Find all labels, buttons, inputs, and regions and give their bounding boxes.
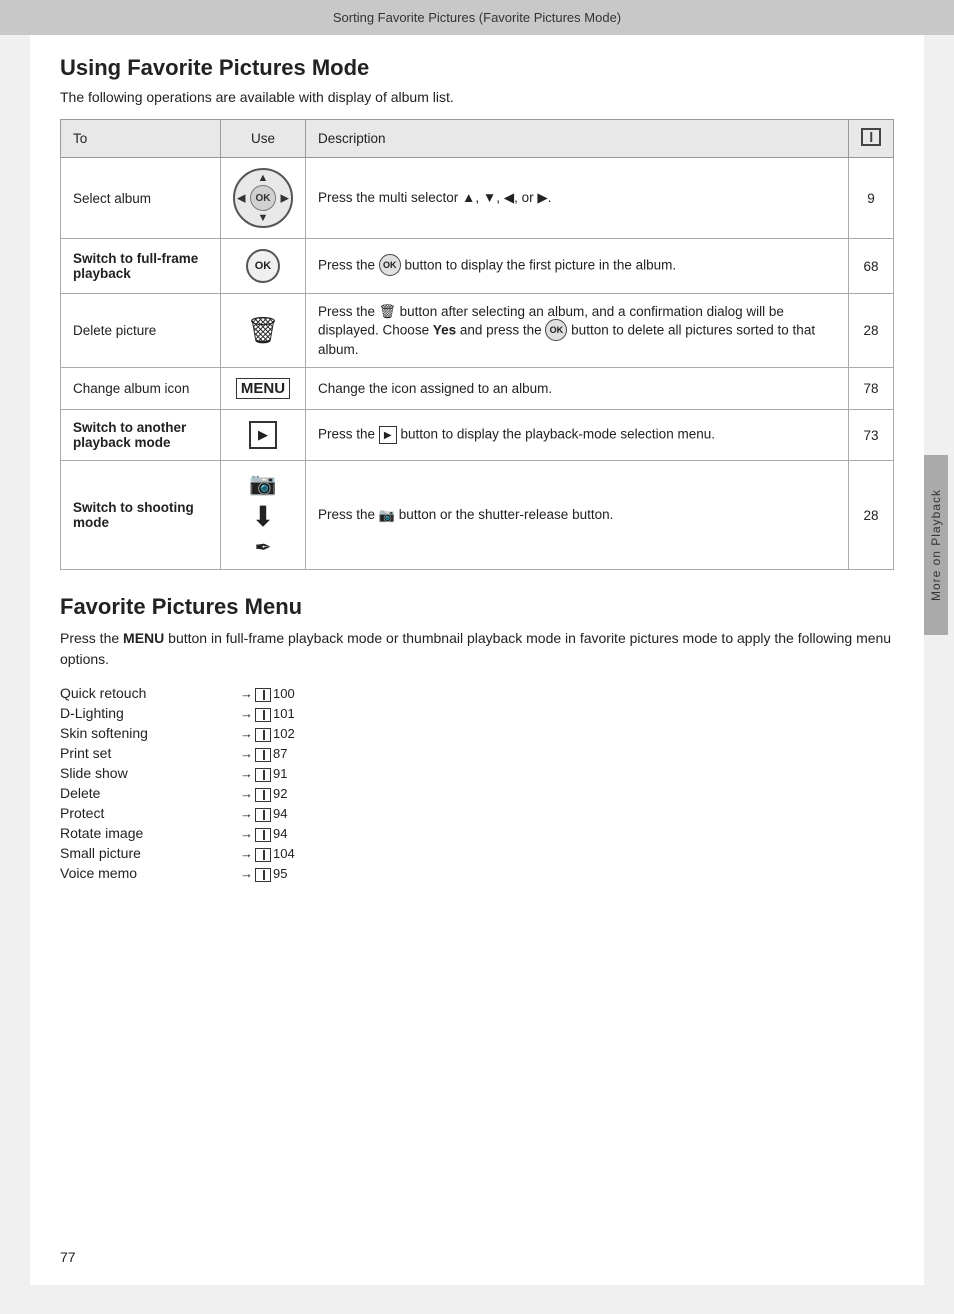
header-title: Sorting Favorite Pictures (Favorite Pict… <box>333 10 621 25</box>
list-item-ref: → 91 <box>240 764 894 782</box>
menu-icon: MENU <box>236 378 290 399</box>
ok-dial-icon: ▲ ▼ ◀ ▶ OK <box>233 168 293 228</box>
row-ref: 78 <box>849 368 894 410</box>
row-ref: 68 <box>849 239 894 294</box>
page-content: Using Favorite Pictures Mode The followi… <box>30 35 924 1285</box>
table-row: Switch to another playback mode ▶ Press … <box>61 410 894 461</box>
row-use: 🗑 <box>221 294 306 368</box>
row-ref: 28 <box>849 461 894 570</box>
list-item-ref: → 101 <box>240 704 894 722</box>
list-item: D-Lighting <box>60 704 240 722</box>
table-row: Select album ▲ ▼ ◀ ▶ OK Press the <box>61 158 894 239</box>
book-ref-icon <box>861 128 881 146</box>
section2-intro: Press the MENU button in full-frame play… <box>60 628 894 670</box>
list-item-ref: → 94 <box>240 824 894 842</box>
trash-icon: 🗑 <box>246 315 279 345</box>
row-to: Switch to shooting mode <box>61 461 221 570</box>
row-use: OK <box>221 239 306 294</box>
row-to: Switch to another playback mode <box>61 410 221 461</box>
row-to: Delete picture <box>61 294 221 368</box>
side-tab: More on Playback <box>924 455 948 635</box>
table-row: Change album icon MENU Change the icon a… <box>61 368 894 410</box>
list-item: Skin softening <box>60 724 240 742</box>
row-use: MENU <box>221 368 306 410</box>
list-item: Rotate image <box>60 824 240 842</box>
main-table: To Use Description Select album <box>60 119 894 570</box>
row-desc: Press the OK button to display the first… <box>306 239 849 294</box>
list-item-ref: → 94 <box>240 804 894 822</box>
shooting-icons: 📷 ⬇✒ <box>233 471 293 559</box>
shutter-icon: ⬇✒ <box>251 503 274 559</box>
list-item: Quick retouch <box>60 684 240 702</box>
list-item: Small picture <box>60 844 240 862</box>
table-row: Switch to full-frame playback OK Press t… <box>61 239 894 294</box>
table-row: Switch to shooting mode 📷 ⬇✒ Press the 📷… <box>61 461 894 570</box>
list-item: Print set <box>60 744 240 762</box>
section2-title: Favorite Pictures Menu <box>60 594 894 620</box>
section1-title: Using Favorite Pictures Mode <box>60 55 894 81</box>
row-desc: Press the ▶ button to display the playba… <box>306 410 849 461</box>
row-ref: 73 <box>849 410 894 461</box>
list-item-ref: → 87 <box>240 744 894 762</box>
page-header: Sorting Favorite Pictures (Favorite Pict… <box>0 0 954 35</box>
list-item-ref: → 95 <box>240 864 894 882</box>
row-to: Change album icon <box>61 368 221 410</box>
row-desc: Press the 🗑 button after selecting an al… <box>306 294 849 368</box>
list-item-ref: → 104 <box>240 844 894 862</box>
row-to: Select album <box>61 158 221 239</box>
row-use: ▲ ▼ ◀ ▶ OK <box>221 158 306 239</box>
camera-icon: 📷 <box>249 471 276 497</box>
list-item-ref: → 100 <box>240 684 894 702</box>
row-to: Switch to full-frame playback <box>61 239 221 294</box>
side-tab-text: More on Playback <box>929 489 943 601</box>
list-item: Delete <box>60 784 240 802</box>
col-header-desc: Description <box>306 120 849 158</box>
section1-intro: The following operations are available w… <box>60 89 894 105</box>
row-desc: Change the icon assigned to an album. <box>306 368 849 410</box>
row-desc: Press the 📷 button or the shutter-releas… <box>306 461 849 570</box>
list-item: Voice memo <box>60 864 240 882</box>
row-use: 📷 ⬇✒ <box>221 461 306 570</box>
list-item-ref: → 102 <box>240 724 894 742</box>
playback-icon: ▶ <box>249 421 277 449</box>
col-header-to: To <box>61 120 221 158</box>
col-header-ref <box>849 120 894 158</box>
ok-button-icon: OK <box>246 249 280 283</box>
menu-list: Quick retouch → 100 D-Lighting → 101 Ski… <box>60 684 894 882</box>
row-ref: 28 <box>849 294 894 368</box>
list-item: Slide show <box>60 764 240 782</box>
table-row: Delete picture 🗑 Press the 🗑 button afte… <box>61 294 894 368</box>
list-item-ref: → 92 <box>240 784 894 802</box>
row-desc: Press the multi selector ▲, ▼, ◀, or ▶. <box>306 158 849 239</box>
row-ref: 9 <box>849 158 894 239</box>
list-item: Protect <box>60 804 240 822</box>
col-header-use: Use <box>221 120 306 158</box>
page-number: 77 <box>60 1249 76 1265</box>
row-use: ▶ <box>221 410 306 461</box>
